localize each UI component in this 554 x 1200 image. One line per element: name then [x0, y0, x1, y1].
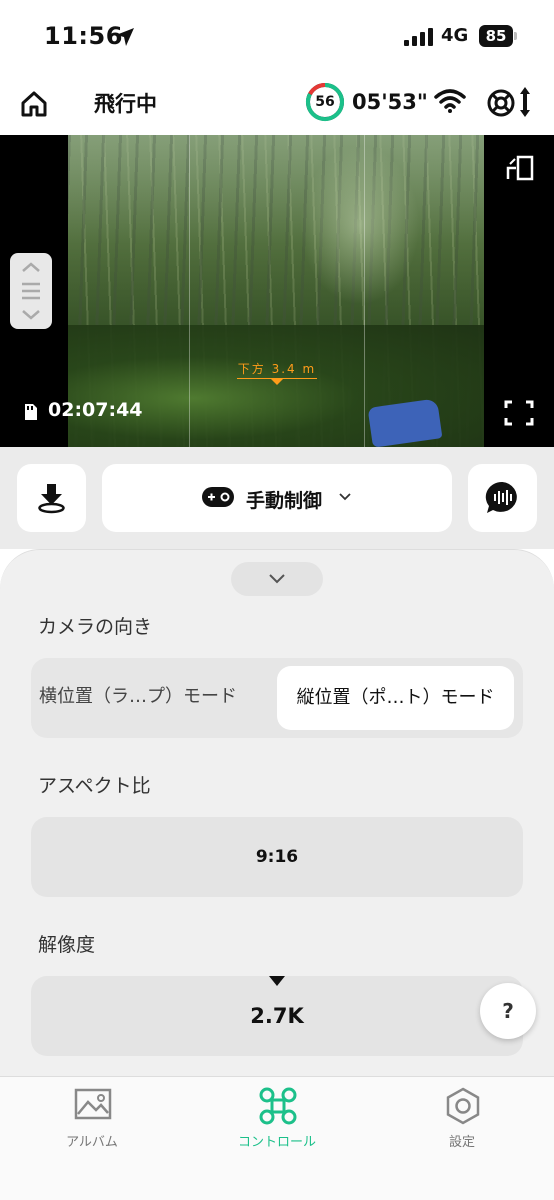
battery-tip — [514, 32, 517, 40]
vertical-arrows-icon[interactable] — [518, 86, 532, 118]
tab-album-label: アルバム — [66, 1135, 118, 1150]
video-highlight — [300, 145, 420, 305]
aspect-ratio-value: 9:16 — [255, 847, 299, 867]
voice-chat-icon — [485, 481, 517, 513]
flight-mode-label: 手動制御 — [246, 490, 323, 512]
tab-settings[interactable]: 設定 — [370, 1077, 554, 1167]
voice-control-button[interactable] — [468, 464, 537, 532]
record-time: 02:07:44 — [48, 399, 143, 421]
camera-settings-panel: カメラの向き 横位置（ラ…プ）モード 縦位置（ポ…ト）モード アスペクト比 9:… — [0, 549, 554, 1076]
help-button[interactable]: ? — [480, 983, 536, 1039]
battery-indicator: 85 — [479, 25, 513, 47]
bottom-tab-bar: アルバム コントロール 設定 — [0, 1076, 554, 1200]
flight-mode-select[interactable]: 手動制御 — [102, 464, 452, 532]
orientation-segmented-control[interactable]: 横位置（ラ…プ）モード 縦位置（ポ…ト）モード — [31, 658, 523, 738]
resolution-value: 2.7K — [250, 1004, 304, 1028]
sd-card-icon — [25, 404, 37, 420]
height-arrow-icon — [271, 379, 283, 385]
flight-time: 05'53" — [352, 90, 428, 114]
orientation-section-label: カメラの向き — [38, 616, 153, 638]
fullscreen-icon[interactable] — [504, 400, 534, 426]
download-icon — [38, 484, 65, 514]
flight-status: 飛行中 — [94, 92, 157, 116]
tab-control[interactable]: コントロール — [185, 1077, 369, 1167]
chevron-down-icon — [269, 574, 285, 584]
gamepad-icon — [202, 487, 234, 507]
tab-album[interactable]: アルバム — [0, 1077, 184, 1167]
download-button[interactable] — [17, 464, 86, 532]
gimbal-slider-icon — [22, 262, 40, 320]
tab-control-label: コントロール — [237, 1135, 316, 1150]
collapse-panel-button[interactable] — [231, 562, 323, 596]
drone-icon — [259, 1087, 297, 1125]
hexagon-settings-icon — [446, 1087, 480, 1125]
status-bar: 11:56 4G 85 — [0, 0, 554, 70]
aspect-section-label: アスペクト比 — [38, 775, 151, 797]
satellite-count: 56 — [315, 94, 335, 110]
resolution-selector[interactable]: 2.7K — [31, 976, 523, 1056]
resolution-marker-icon — [269, 976, 285, 986]
lifebuoy-icon[interactable] — [486, 88, 516, 118]
status-time: 11:56 — [44, 22, 123, 50]
cellular-signal-icon — [404, 28, 433, 46]
portrait-mode-option[interactable]: 縦位置（ポ…ト）モード — [277, 666, 514, 730]
location-arrow-icon — [116, 28, 134, 46]
landscape-mode-option[interactable]: 横位置（ラ…プ）モード — [39, 672, 277, 722]
wifi-icon — [434, 89, 466, 113]
home-icon[interactable] — [20, 90, 48, 118]
gimbal-slider[interactable] — [10, 253, 52, 329]
network-type: 4G — [441, 25, 469, 46]
height-label: 下方 3.4 m — [237, 362, 317, 376]
top-nav: 飛行中 56 05'53" — [0, 72, 554, 134]
image-icon — [74, 1088, 112, 1120]
camera-view[interactable]: 下方 3.4 m 02:07:44 — [0, 135, 554, 447]
aspect-ratio-selector[interactable]: 9:16 — [31, 817, 523, 897]
tab-settings-label: 設定 — [448, 1135, 475, 1150]
rotate-orientation-icon[interactable] — [506, 155, 534, 181]
resolution-section-label: 解像度 — [38, 934, 96, 956]
chevron-down-icon — [339, 493, 351, 501]
control-row: 手動制御 — [0, 447, 554, 549]
height-indicator: 下方 3.4 m — [232, 360, 322, 385]
composition-grid-line — [364, 135, 365, 447]
composition-grid-line — [189, 135, 190, 447]
